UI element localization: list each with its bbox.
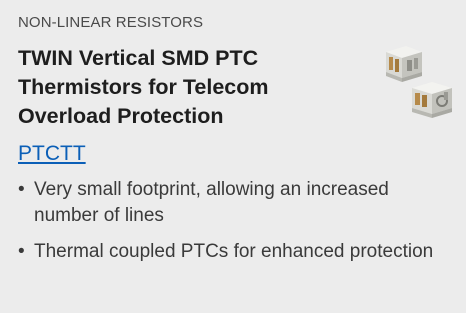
part-number-link[interactable]: PTCTT — [18, 141, 86, 167]
feature-text: Very small footprint, allowing an increa… — [34, 179, 389, 226]
feature-text: Thermal coupled PTCs for enhanced protec… — [34, 241, 434, 262]
category-label: NON-LINEAR RESISTORS — [18, 14, 204, 31]
product-card: NON-LINEAR RESISTORS TWIN Vertical SMD P… — [0, 0, 466, 313]
feature-list: • Very small footprint, allowing an incr… — [18, 177, 448, 265]
smd-component-image — [386, 46, 452, 118]
feature-item: • Thermal coupled PTCs for enhanced prot… — [18, 239, 434, 265]
bullet-icon: • — [18, 179, 25, 200]
product-title: TWIN Vertical SMD PTC Thermistors for Te… — [18, 46, 269, 128]
bullet-icon: • — [18, 241, 25, 262]
feature-item: • Very small footprint, allowing an incr… — [18, 177, 434, 229]
